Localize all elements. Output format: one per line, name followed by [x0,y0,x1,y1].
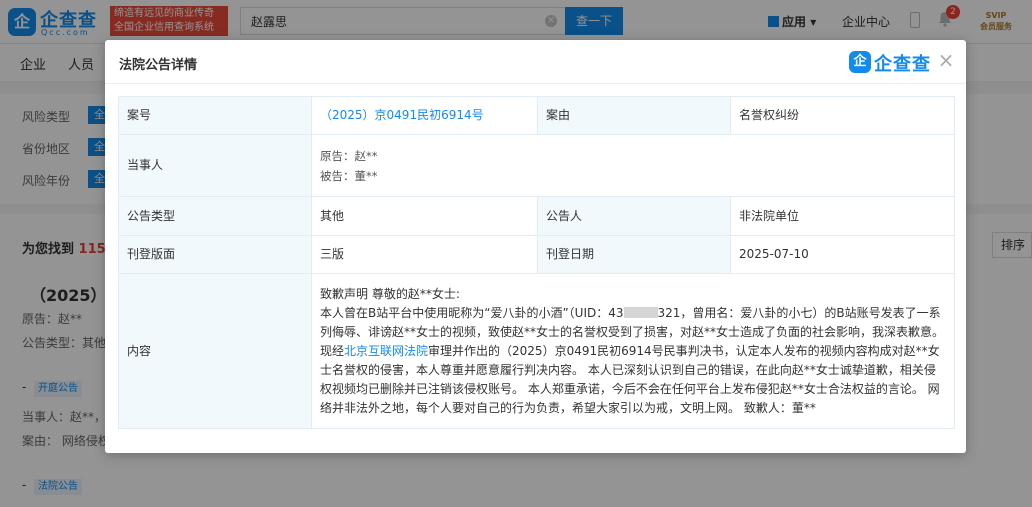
table-row: 当事人 原告：赵** 被告：董** [118,134,955,197]
cause-value: 名誉权纠纷 [730,96,955,135]
date-label: 刊登日期 [537,235,731,274]
close-icon[interactable]: × [937,50,955,70]
date-value: 2025-07-10 [730,235,955,274]
detail-table: 案号 （2025）京0491民初6914号 案由 名誉权纠纷 当事人 原告：赵*… [118,96,955,429]
table-row: 公告类型 其他 公告人 非法院单位 [118,196,955,236]
modal-title: 法院公告详情 [119,58,198,73]
parties-label: 当事人 [118,134,312,197]
cause-label: 案由 [537,96,731,135]
type-value: 其他 [311,196,538,236]
page-value: 三版 [311,235,538,274]
plaintiff: 原告：赵** [320,148,378,163]
logo-mark: 企 [849,51,871,73]
logo-name: 企查查 [874,54,931,75]
type-label: 公告类型 [118,196,312,236]
table-row: 案号 （2025）京0491民初6914号 案由 名誉权纠纷 [118,96,955,135]
announcer-label: 公告人 [537,196,731,236]
content-body: 本人曾在B站平台中使用昵称为“爱八卦的小酒”（UID：43 321，曾用名：爱八卦… [320,305,945,415]
announcer-value: 非法院单位 [730,196,955,236]
court-notice-modal: 法院公告详情 企 企查查 × 案号 （2025）京0491民初6914号 案由 … [105,40,966,453]
page-label: 刊登版面 [118,235,312,274]
content-label: 内容 [118,273,312,429]
case-no-label: 案号 [118,96,312,135]
modal-header: 法院公告详情 企 企查查 × [105,40,966,84]
case-no-value[interactable]: （2025）京0491民初6914号 [311,96,538,135]
content-value: 致歉声明 尊敬的赵**女士: 本人曾在B站平台中使用昵称为“爱八卦的小酒”（UI… [311,273,955,429]
defendant: 被告：董** [320,168,378,183]
parties-value: 原告：赵** 被告：董** [311,134,955,197]
table-row: 刊登版面 三版 刊登日期 2025-07-10 [118,235,955,274]
table-row: 内容 致歉声明 尊敬的赵**女士: 本人曾在B站平台中使用昵称为“爱八卦的小酒”… [118,273,955,429]
court-link[interactable]: 北京互联网法院 [344,344,428,358]
content-greeting: 致歉声明 尊敬的赵**女士: [320,286,460,301]
